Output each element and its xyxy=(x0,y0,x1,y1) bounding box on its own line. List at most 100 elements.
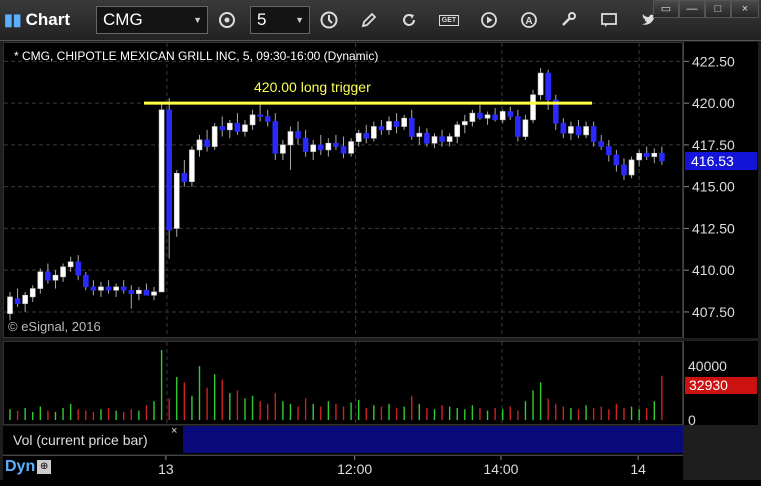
current-volume-tag: 32930 xyxy=(685,377,757,394)
candle-up xyxy=(280,144,286,154)
candle-up xyxy=(310,144,317,152)
candle-up xyxy=(136,289,142,294)
candle-down xyxy=(340,146,347,154)
refresh-icon[interactable] xyxy=(394,6,424,34)
candle-down xyxy=(363,132,370,139)
time-tick-label: 13 xyxy=(158,461,174,477)
interval-input[interactable]: 5 ▼ xyxy=(250,6,310,34)
candle-down xyxy=(643,152,650,157)
price-tick-label: 417.50 xyxy=(692,137,735,153)
get-icon-glyph: GET xyxy=(438,14,460,26)
candle-down xyxy=(204,139,210,147)
price-tick-label: 410.00 xyxy=(692,262,735,278)
candle-down xyxy=(90,286,97,291)
candle-up xyxy=(29,288,36,298)
candle-up xyxy=(189,149,195,182)
candle-down xyxy=(14,298,21,304)
minimize-button[interactable]: — xyxy=(679,0,705,18)
symbol-dropdown-icon[interactable]: ▼ xyxy=(193,7,202,33)
maximize-button[interactable]: □ xyxy=(705,0,731,18)
get-icon[interactable]: GET xyxy=(434,6,464,34)
candle-down xyxy=(424,132,430,144)
candle-down xyxy=(128,289,135,294)
chart-app-button[interactable]: ▮▮ Chart xyxy=(4,6,86,34)
candle-down xyxy=(257,114,263,117)
price-axis[interactable]: 422.50 420.00 417.50 415.00 412.50 410.00 407.… xyxy=(683,42,758,338)
candle-up xyxy=(537,72,544,96)
volume-axis[interactable]: 40000 0 32930 xyxy=(683,341,758,428)
candle-up xyxy=(37,271,44,289)
volume-tick-label: 40000 xyxy=(688,358,727,374)
time-tick-label: 14 xyxy=(630,461,646,477)
candle-down xyxy=(439,136,445,142)
volume-panel[interactable] xyxy=(3,341,683,425)
candle-down xyxy=(272,121,279,154)
play-icon[interactable] xyxy=(474,6,504,34)
price-axis-canvas: 422.50 420.00 417.50 415.00 412.50 410.00 407.… xyxy=(684,53,735,320)
candle-up xyxy=(151,291,157,296)
volume-tick-label: 0 xyxy=(688,412,696,425)
candle-up xyxy=(52,274,59,281)
candle-up xyxy=(242,124,248,132)
candle-down xyxy=(492,114,498,121)
close-window-button[interactable]: × xyxy=(731,0,759,18)
dynamic-mode-indicator[interactable]: Dyn ⊕ xyxy=(5,458,52,476)
interval-value: 5 xyxy=(257,10,267,29)
esignal-chart-window: ▮▮ Chart CMG ▼ 5 ▼ GET A ▭ — □ × * CMG, … xyxy=(0,0,761,481)
alert-icon[interactable]: A xyxy=(514,6,544,34)
candle-down xyxy=(75,261,82,276)
chart-app-icon: ▮▮ xyxy=(4,12,22,29)
volume-indicator-label[interactable]: Vol (current price bar) xyxy=(13,432,148,448)
candle-up xyxy=(628,159,635,176)
restore-window-button[interactable]: ▭ xyxy=(653,0,679,18)
candle-up xyxy=(196,139,203,151)
candle-up xyxy=(113,286,119,291)
candle-down xyxy=(317,144,324,151)
candle-down xyxy=(393,121,400,127)
candle-down xyxy=(507,111,514,117)
candle-up xyxy=(469,112,476,122)
candle-down xyxy=(545,72,551,101)
clock-icon[interactable] xyxy=(314,6,344,34)
pencil-icon[interactable] xyxy=(354,6,384,34)
candle-down xyxy=(560,122,567,134)
time-axis[interactable]: 13 12:00 14:00 14 Dyn ⊕ xyxy=(3,455,683,481)
candle-up xyxy=(386,121,392,131)
candle-up xyxy=(454,124,461,137)
candle-up xyxy=(227,122,233,131)
candle-up xyxy=(355,132,362,142)
symbol-input[interactable]: CMG ▼ xyxy=(96,6,208,34)
chat-icon[interactable] xyxy=(594,6,624,34)
symbol-value: CMG xyxy=(103,10,143,29)
symbol-settings-icon[interactable] xyxy=(212,6,242,34)
candle-down xyxy=(590,126,597,142)
candle-up xyxy=(325,142,332,151)
candle-down xyxy=(515,116,521,137)
current-price-tag: 416.53 xyxy=(685,152,757,171)
candle-up xyxy=(431,136,438,144)
candle-down xyxy=(606,146,612,156)
candle-up xyxy=(522,119,529,137)
candle-up xyxy=(158,109,165,293)
price-tick-label: 412.50 xyxy=(692,220,735,236)
time-axis-canvas: 13 12:00 14:00 14 xyxy=(158,456,646,477)
candle-down xyxy=(333,142,339,147)
price-chart-panel[interactable]: * CMG, CHIPOTLE MEXICAN GRILL INC, 5, 09… xyxy=(3,42,683,338)
candle-down xyxy=(143,289,150,296)
lock-icon[interactable]: ⊕ xyxy=(37,460,52,474)
indicator-legend-box xyxy=(183,426,683,453)
candle-up xyxy=(484,114,491,119)
candle-up xyxy=(7,296,13,314)
candle-up xyxy=(583,126,589,136)
tools-icon[interactable] xyxy=(554,6,584,34)
candle-down xyxy=(264,116,271,122)
price-tick-label: 407.50 xyxy=(692,304,735,320)
remove-indicator-close-icon[interactable]: × xyxy=(171,425,177,437)
candle-down xyxy=(575,126,582,136)
candle-up xyxy=(287,131,294,146)
chart-app-label: Chart xyxy=(25,10,71,29)
candle-up xyxy=(401,117,407,127)
time-tick-label: 12:00 xyxy=(337,461,372,477)
volume-chart-canvas xyxy=(9,342,663,424)
interval-dropdown-icon[interactable]: ▼ xyxy=(295,7,304,33)
